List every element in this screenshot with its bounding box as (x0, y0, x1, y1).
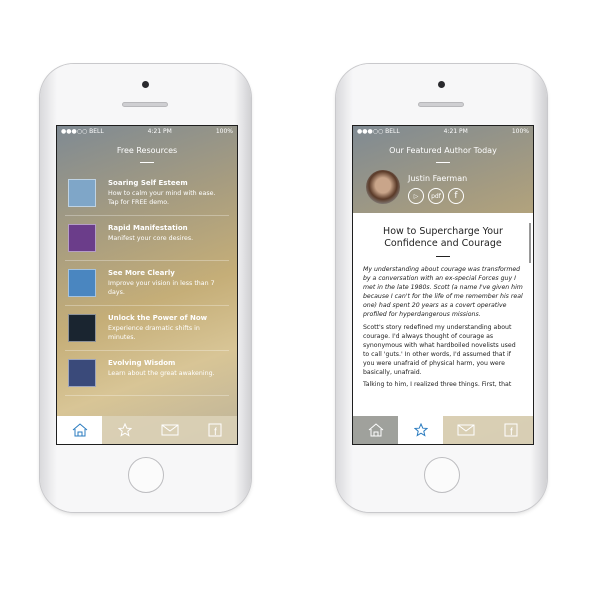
item-description: How to calm your mind with ease. Tap for… (108, 190, 216, 206)
speaker (122, 102, 168, 107)
play-button[interactable]: ▷ (408, 188, 424, 204)
article-paragraph: Scott's story redefined my understanding… (363, 323, 516, 377)
item-description: Experience dramatic shifts in minutes. (108, 325, 200, 341)
status-bar: ●●●○○ BELL 4:21 PM 100% (61, 128, 233, 135)
mail-icon (161, 424, 178, 436)
home-button[interactable] (424, 457, 460, 493)
thumbnail (68, 269, 96, 297)
divider (436, 256, 450, 257)
status-bar: ●●●○○ BELL 4:21 PM 100% (357, 128, 529, 135)
thumbnail (68, 179, 96, 207)
tab-facebook[interactable]: f (192, 416, 237, 444)
facebook-icon: f (504, 423, 517, 437)
tab-bar: f (57, 416, 237, 444)
list-item[interactable]: Evolving Wisdom Learn about the great awa… (65, 352, 229, 396)
article[interactable]: How to Supercharge Your Confidence and C… (353, 213, 533, 416)
list-item[interactable]: Soaring Self Esteem How to calm your mind… (65, 172, 229, 216)
speaker (418, 102, 464, 107)
home-button[interactable] (128, 457, 164, 493)
divider (436, 162, 450, 163)
tab-facebook[interactable]: f (488, 416, 533, 444)
author-name: Justin Faerman (408, 174, 468, 183)
item-description: Learn about the great awakening. (108, 370, 215, 377)
star-icon (413, 423, 428, 437)
article-intro: My understanding about courage was trans… (363, 266, 523, 319)
svg-text:f: f (510, 427, 513, 437)
author-avatar (366, 170, 400, 204)
play-icon: ▷ (413, 192, 419, 200)
tab-favorites[interactable] (398, 416, 443, 444)
home-icon (72, 423, 87, 437)
tab-home[interactable] (57, 416, 102, 444)
article-paragraph: Talking to him, I realized three things.… (363, 381, 512, 389)
page-title: Our Featured Author Today (389, 146, 497, 155)
tab-mail[interactable] (147, 416, 192, 444)
article-title: How to Supercharge Your Confidence and C… (383, 226, 503, 249)
thumbnail (68, 359, 96, 387)
mail-icon (457, 424, 474, 436)
screen: ●●●○○ BELL 4:21 PM 100% Our Featured Autho… (352, 125, 534, 445)
pdf-button[interactable]: pdf (428, 188, 444, 204)
star-icon (117, 423, 132, 437)
svg-text:f: f (214, 427, 217, 437)
camera (438, 81, 445, 88)
item-title: Unlock the Power of Now (108, 314, 208, 322)
list-item[interactable]: See More Clearly Improve your vision in l… (65, 262, 229, 306)
camera (142, 81, 149, 88)
thumbnail (68, 224, 96, 252)
facebook-button[interactable]: f (448, 188, 464, 204)
page-title: Free Resources (116, 146, 178, 155)
item-title: See More Clearly (108, 269, 175, 277)
tab-bar: f (353, 416, 533, 444)
item-title: Rapid Manifestation (108, 224, 188, 232)
tab-favorites[interactable] (102, 416, 147, 444)
item-title: Soaring Self Esteem (108, 179, 188, 187)
list-item[interactable]: Unlock the Power of Now Experience dramat… (65, 307, 229, 351)
screen: ●●●○○ BELL 4:21 PM 100% Free Resources Soa… (56, 125, 238, 445)
divider (140, 162, 154, 163)
item-description: Improve your vision in less than 7 days. (108, 280, 215, 296)
item-description: Manifest your core desires. (108, 235, 194, 242)
list-item[interactable]: Rapid Manifestation Manifest your core de… (65, 217, 229, 261)
tab-mail[interactable] (443, 416, 488, 444)
phone-free-resources: ●●●○○ BELL 4:21 PM 100% Free Resources Soa… (40, 64, 251, 512)
home-icon (368, 423, 383, 437)
scrollbar[interactable] (529, 223, 531, 263)
thumbnail (68, 314, 96, 342)
item-title: Evolving Wisdom (108, 359, 176, 367)
facebook-icon: f (208, 423, 221, 437)
phone-featured-author: ●●●○○ BELL 4:21 PM 100% Our Featured Autho… (336, 64, 547, 512)
tab-home[interactable] (353, 416, 398, 444)
